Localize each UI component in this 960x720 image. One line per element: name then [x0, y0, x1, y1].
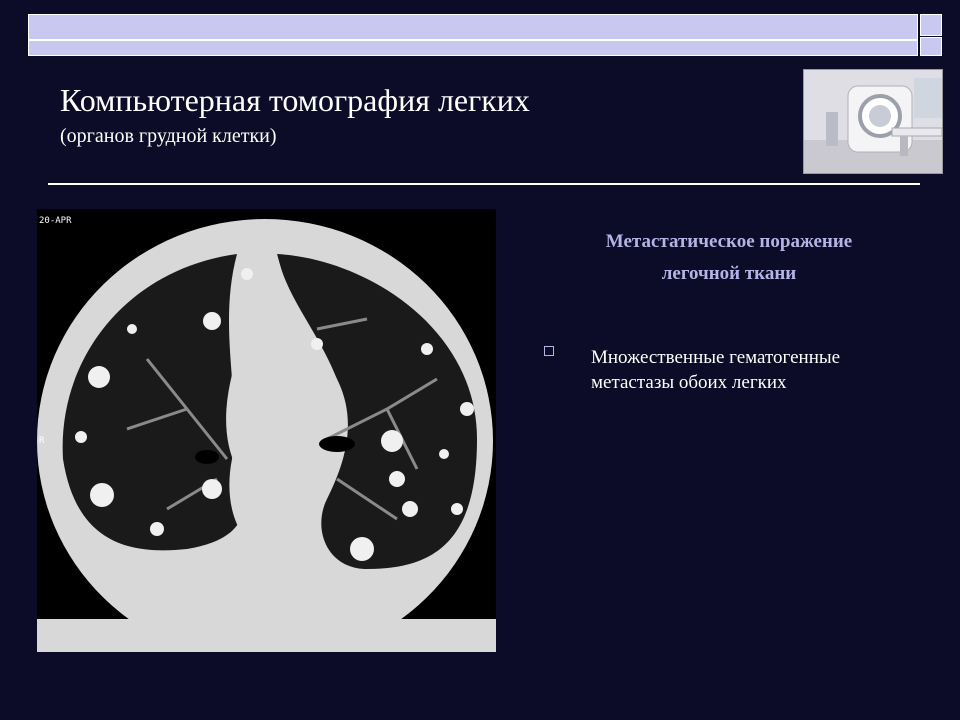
slide-subtitle: (органов грудной клетки): [60, 125, 277, 147]
ct-date-label: 20-APR: [39, 216, 72, 226]
slide-heading: Метастатическое поражение легочной ткани: [548, 226, 910, 290]
ct-lung-scan-image: 20-APR R: [37, 209, 496, 663]
heading-line-2: легочной ткани: [661, 263, 797, 284]
ct-scanner-photo: [803, 69, 943, 174]
corner-decoration: [920, 14, 942, 36]
ct-side-label: R: [39, 436, 45, 446]
header-bar: [28, 14, 918, 40]
bullet-square-icon: [544, 346, 554, 356]
bullet-line-1: Множественные гематогенные: [591, 347, 841, 368]
corner-decoration-lower: [920, 37, 942, 56]
title-divider: [48, 183, 920, 185]
bullet-text: Множественные гематогенные метастазы обо…: [591, 345, 911, 395]
slide-title: Компьютерная томография легких: [60, 82, 530, 118]
bullet-line-2: метастазы обоих легких: [591, 372, 787, 393]
heading-line-1: Метастатическое поражение: [605, 231, 853, 252]
header-bar-secondary: [28, 40, 918, 56]
